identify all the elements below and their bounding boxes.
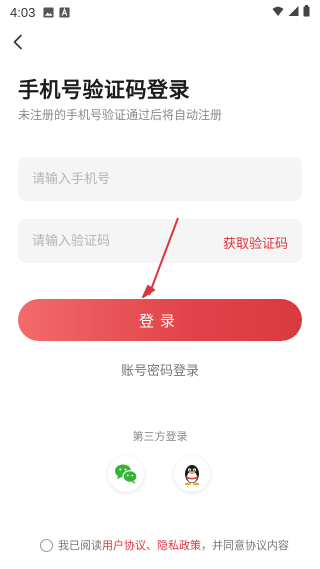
agreement-prefix: 我已阅读	[58, 539, 102, 552]
back-button[interactable]	[6, 30, 30, 54]
password-login-link[interactable]: 账号密码登录	[0, 360, 320, 379]
status-time: 4:03	[10, 4, 36, 20]
battery-icon	[303, 5, 310, 17]
page-title: 手机号验证码登录	[18, 78, 190, 102]
code-field-container: 获取验证码	[18, 219, 302, 263]
page-subtitle: 未注册的手机号验证通过后将自动注册	[18, 108, 223, 122]
chevron-left-icon	[13, 34, 22, 50]
image-icon	[43, 6, 54, 18]
phone-input[interactable]	[32, 171, 288, 187]
signal-icon	[288, 6, 299, 16]
phone-field-container	[18, 157, 302, 201]
third-party-label: 第三方登录	[132, 430, 188, 443]
agreement-suffix: ，并同意协议内容	[201, 539, 289, 552]
agreement-checkbox[interactable]	[40, 538, 53, 552]
text-app-icon	[59, 6, 70, 18]
login-button[interactable]: 登录	[18, 299, 302, 341]
status-right	[272, 5, 310, 17]
user-agreement-link[interactable]: 用户协议、	[102, 537, 157, 553]
qq-login-button[interactable]	[174, 456, 210, 492]
agreement-row: 我已阅读 用户协议、 隐私政策 ，并同意协议内容	[40, 537, 289, 553]
verification-code-input[interactable]	[32, 233, 212, 249]
wechat-login-button[interactable]	[108, 456, 144, 492]
qq-icon	[184, 465, 200, 486]
get-code-button[interactable]: 获取验证码	[223, 233, 288, 252]
status-bar: 4:03	[0, 0, 320, 24]
privacy-policy-link[interactable]: 隐私政策	[157, 537, 201, 553]
wifi-icon	[272, 6, 284, 16]
wechat-icon	[115, 464, 138, 484]
